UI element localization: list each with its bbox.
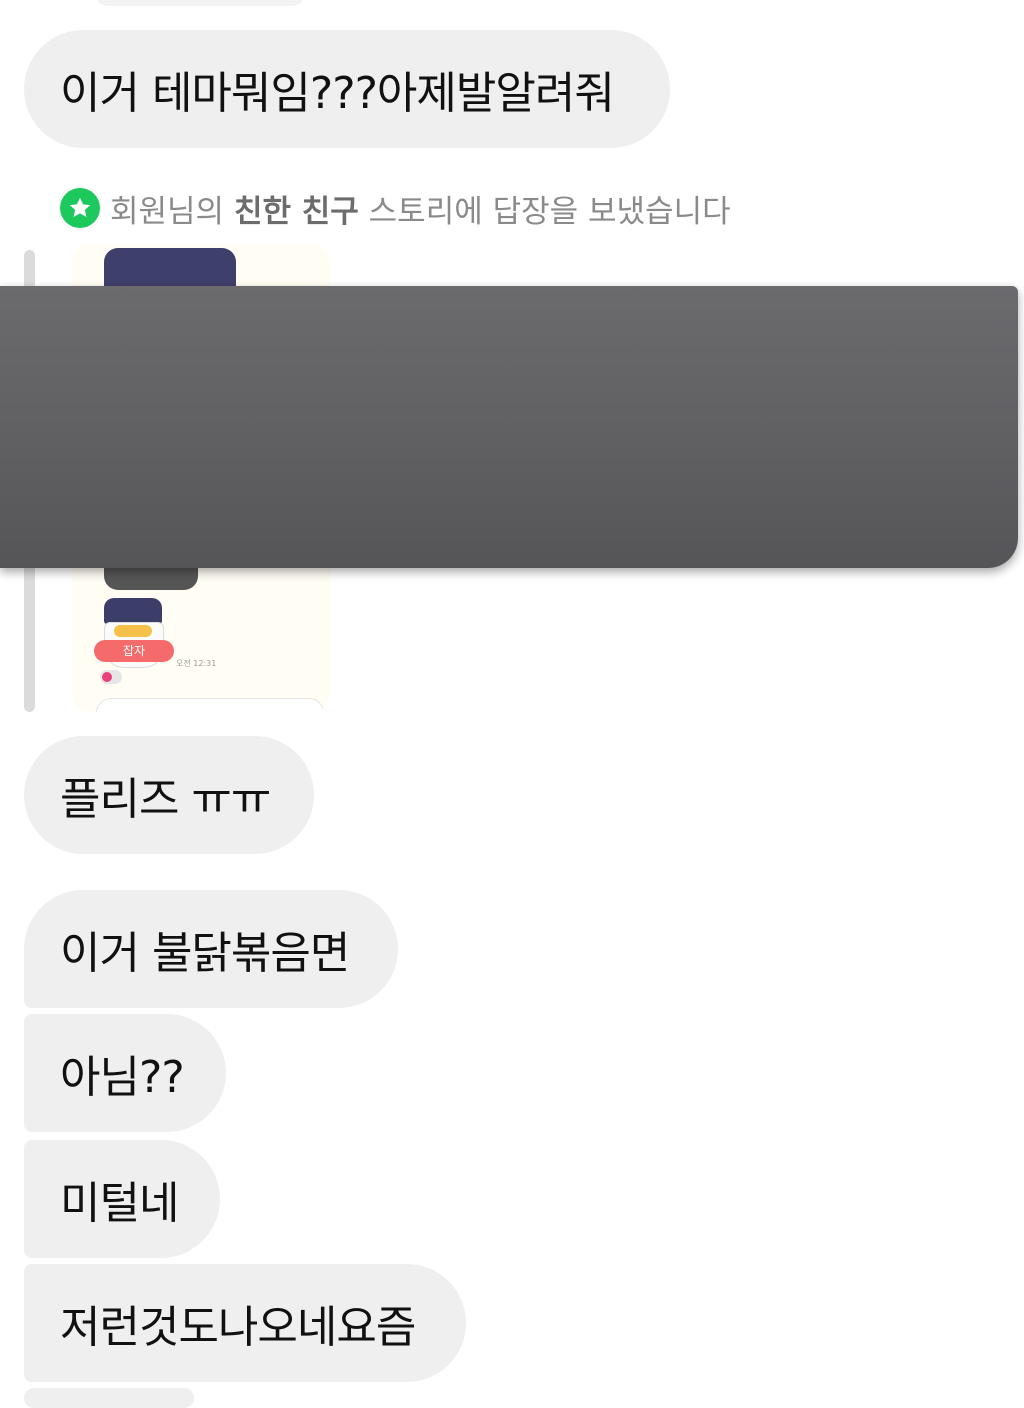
message-bubble[interactable]: 미털네 bbox=[24, 1140, 220, 1258]
message-text: 저런것도나오네요즘 bbox=[60, 1302, 416, 1353]
story-reply-note: 회원님의 친한 친구 스토리에 답장을 보냈습니다 bbox=[60, 186, 731, 230]
message-text: 이거 테마뭐임???아제발알려줘 bbox=[60, 68, 615, 119]
heart-reaction-icon bbox=[100, 670, 122, 684]
message-bubble[interactable]: 이거 테마뭐임???아제발알려줘 bbox=[24, 30, 670, 148]
next-message-fragment bbox=[24, 1388, 194, 1408]
message-text: 이거 불닭볶음면 bbox=[60, 928, 350, 979]
sticker-label: 잡자 bbox=[94, 640, 174, 662]
previous-message-fragment bbox=[95, 0, 305, 6]
redaction-overlay bbox=[0, 286, 1018, 568]
story-timestamp: 오전 12:31 bbox=[176, 659, 217, 668]
story-reply-prefix: 회원님의 bbox=[110, 193, 234, 230]
duck-character: 잡자 bbox=[94, 598, 178, 672]
story-reply-suffix: 스토리에 답장을 보냈습니다 bbox=[358, 193, 731, 230]
message-bubble[interactable]: 플리즈 ㅠㅠ bbox=[24, 736, 314, 854]
message-bubble[interactable]: 저런것도나오네요즘 bbox=[24, 1264, 466, 1382]
message-text: 아님?? bbox=[60, 1052, 185, 1103]
message-bubble[interactable]: 아님?? bbox=[24, 1014, 226, 1132]
story-input-bar bbox=[96, 698, 324, 712]
close-friends-label: 친한 친구 bbox=[233, 193, 359, 230]
star-icon bbox=[60, 188, 100, 228]
message-text: 미털네 bbox=[60, 1178, 179, 1229]
message-bubble[interactable]: 이거 불닭볶음면 bbox=[24, 890, 398, 1008]
message-text: 플리즈 ㅠㅠ bbox=[60, 774, 271, 825]
